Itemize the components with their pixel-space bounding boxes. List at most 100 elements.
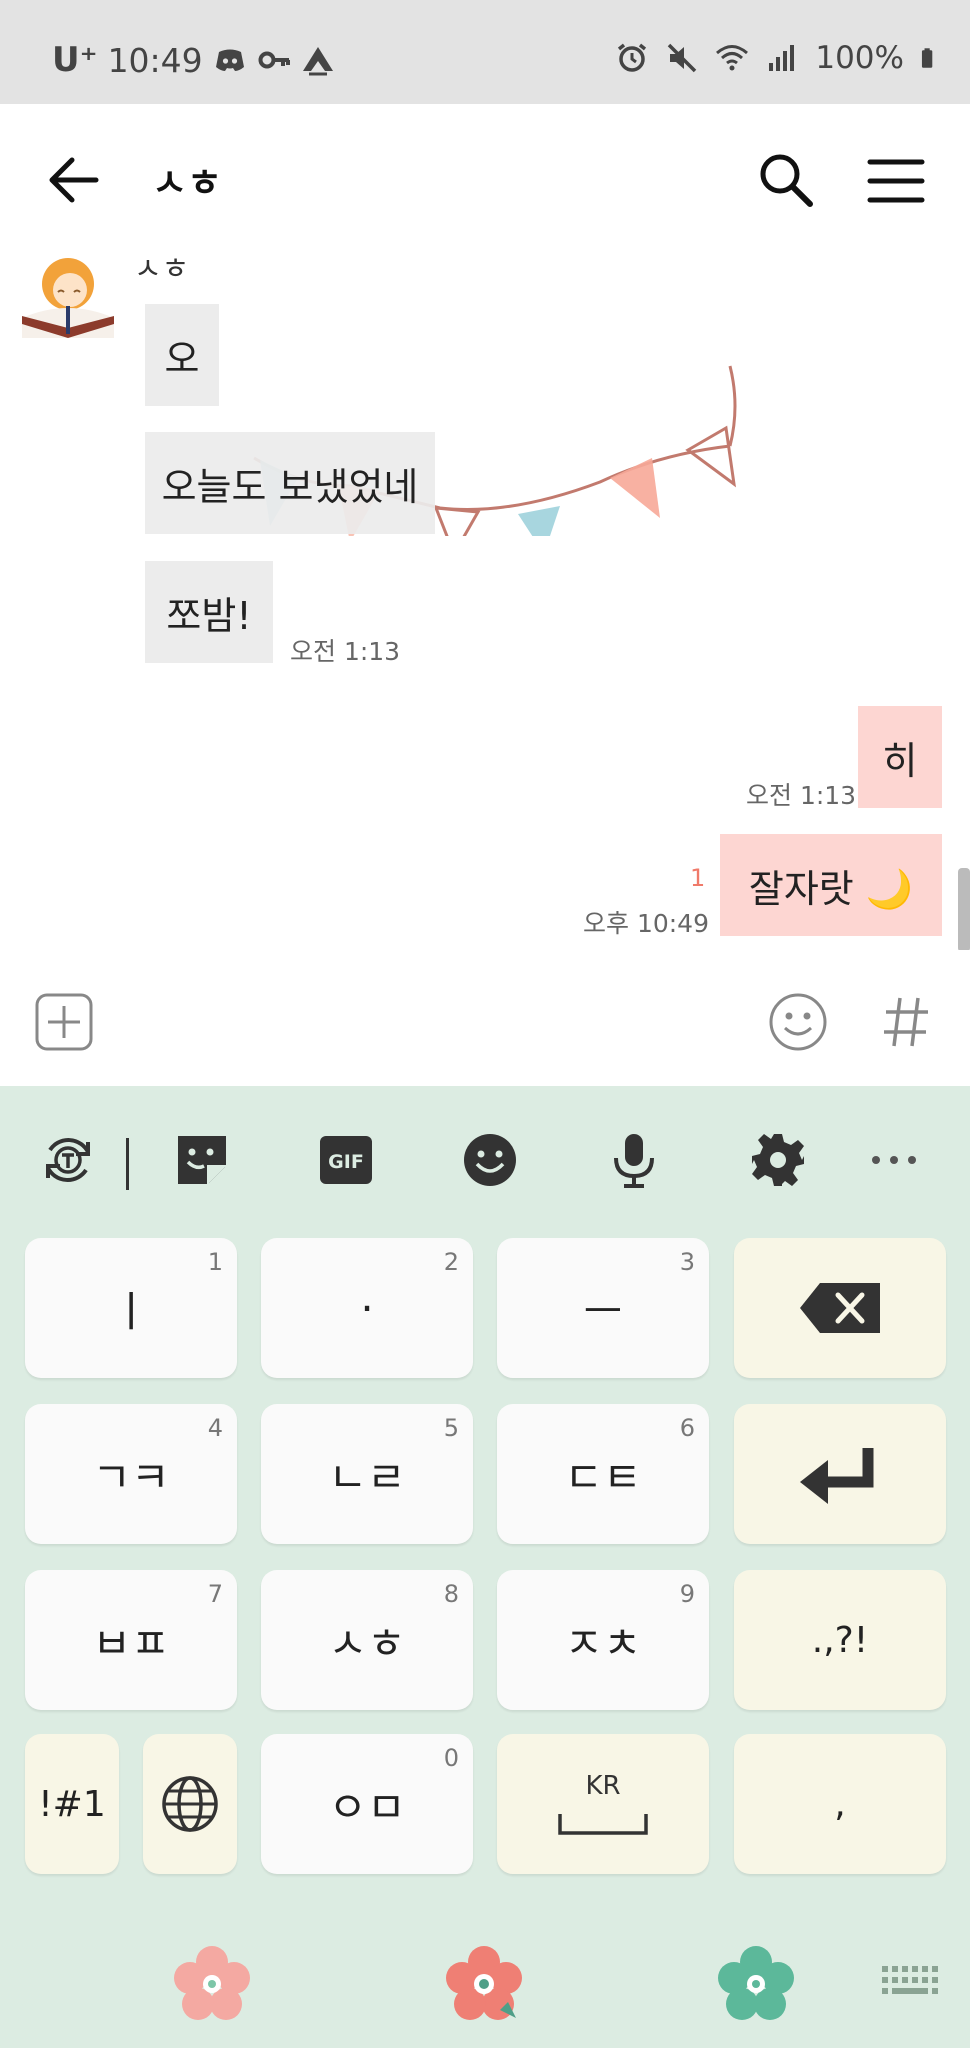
chat-messages[interactable]: ㅅㅎ 오 오늘도 보냈었네 쪼밤! 오전 1:13 히 오전 1:13 잘자랏 … (0, 254, 970, 950)
translate-icon[interactable] (38, 1130, 98, 1190)
message-text: 오늘도 보냈었네 (161, 464, 419, 509)
avatar[interactable] (16, 254, 120, 338)
mute-icon (668, 43, 697, 73)
back-arrow-icon[interactable] (40, 150, 110, 210)
key-dot[interactable]: 2 · (261, 1238, 473, 1378)
key-icon (258, 51, 290, 69)
key-label: ㅡ (583, 1286, 623, 1336)
keyboard-toolbar: GIF (0, 1086, 970, 1236)
comma-key[interactable]: , (734, 1734, 946, 1874)
backspace-icon (800, 1283, 880, 1333)
key-label: , (834, 1783, 846, 1825)
toolbar-separator (126, 1138, 129, 1190)
message-text: 잘자랏 🌙 (748, 866, 914, 911)
incoming-bubble[interactable]: 쪼밤! (145, 561, 273, 663)
key-number: 7 (207, 1580, 223, 1608)
key-number: 5 (443, 1414, 459, 1442)
sticker-icon[interactable] (172, 1130, 232, 1190)
sender-name: ㅅㅎ (134, 254, 190, 287)
signal-icon (769, 45, 795, 71)
space-language-label: KR (585, 1771, 621, 1801)
enter-icon (800, 1448, 874, 1504)
wifi-icon (716, 45, 749, 71)
key-label: · (360, 1283, 374, 1333)
keyboard-hide-icon[interactable] (880, 1964, 940, 2000)
hashtag-icon[interactable] (880, 990, 932, 1054)
punctuation-key[interactable]: .,?! (734, 1570, 946, 1710)
navigation-app-icon (302, 47, 333, 76)
discord-icon (215, 49, 244, 71)
key-number: 0 (443, 1744, 459, 1772)
key-nieun[interactable]: 5 ㄴㄹ (261, 1404, 473, 1544)
keyboard-bottom-bar (0, 1916, 970, 2048)
enter-key[interactable] (734, 1404, 946, 1544)
key-jieut[interactable]: 9 ㅈㅊ (497, 1570, 709, 1710)
key-number: 1 (207, 1248, 223, 1276)
attach-plus-icon[interactable] (34, 992, 94, 1052)
key-label: ㅇㅁ (328, 1782, 406, 1832)
key-label: ㅈㅊ (564, 1618, 642, 1668)
key-label: ㄴㄹ (328, 1452, 406, 1502)
message-time: 오전 1:13 (746, 781, 857, 810)
incoming-bubble[interactable]: 오늘도 보냈었네 (145, 432, 435, 534)
key-label: ㄷㅌ (564, 1452, 642, 1502)
key-digeut[interactable]: 6 ㄷㅌ (497, 1404, 709, 1544)
key-i[interactable]: 1 ㅣ (25, 1238, 237, 1378)
pink-flower-icon[interactable] (172, 1944, 252, 2024)
alarm-icon (618, 43, 647, 72)
space-key[interactable]: KR (497, 1734, 709, 1874)
more-dots-icon[interactable] (864, 1130, 924, 1190)
emoji-icon[interactable] (766, 990, 830, 1054)
settings-gear-icon[interactable] (748, 1130, 808, 1190)
key-siot[interactable]: 8 ㅅㅎ (261, 1570, 473, 1710)
message-text: 히 (882, 738, 918, 783)
key-label: ㄱㅋ (92, 1452, 170, 1502)
outgoing-bubble[interactable]: 히 (858, 706, 942, 808)
symbols-key[interactable]: !#1 (25, 1734, 119, 1874)
unread-count: 1 (690, 864, 706, 892)
globe-icon (162, 1776, 218, 1832)
keyboard: GIF 1 ㅣ 2 · 3 ㅡ 4 ㄱㅋ 5 ㄴㄹ 6 ㄷㅌ 7 ㅂㅍ 8 ㅅㅎ… (0, 1086, 970, 2048)
key-label: .,?! (811, 1619, 869, 1661)
search-icon[interactable] (756, 150, 816, 210)
message-input-bar (0, 950, 970, 1086)
gif-icon[interactable]: GIF (316, 1130, 376, 1190)
key-label: !#1 (38, 1783, 106, 1825)
key-number: 9 (679, 1580, 695, 1608)
green-flower-icon[interactable] (716, 1944, 796, 2024)
microphone-icon[interactable] (604, 1130, 664, 1190)
status-bar: U⁺ 10:49 100% (0, 0, 970, 104)
key-ieung[interactable]: 0 ㅇㅁ (261, 1734, 473, 1874)
key-giyeok[interactable]: 4 ㄱㅋ (25, 1404, 237, 1544)
key-label: ㅣ (111, 1286, 151, 1336)
message-time: 오후 10:49 (583, 909, 709, 938)
language-key[interactable] (143, 1734, 237, 1874)
key-bieup[interactable]: 7 ㅂㅍ (25, 1570, 237, 1710)
outgoing-bubble[interactable]: 잘자랏 🌙 (720, 834, 942, 936)
carrier-label: U⁺ (52, 40, 98, 80)
key-number: 3 (679, 1248, 695, 1276)
chat-title: ㅅㅎ (152, 161, 222, 205)
menu-icon[interactable] (866, 154, 926, 208)
chat-header: ㅅㅎ (0, 104, 970, 254)
message-time: 오전 1:13 (290, 637, 401, 666)
space-bar-icon (558, 1814, 648, 1835)
status-time: 10:49 (107, 40, 203, 80)
key-eu[interactable]: 3 ㅡ (497, 1238, 709, 1378)
battery-icon (921, 48, 933, 68)
backspace-key[interactable] (734, 1238, 946, 1378)
key-number: 6 (679, 1414, 695, 1442)
battery-percent: 100% (815, 40, 904, 76)
key-label: ㅅㅎ (328, 1618, 406, 1668)
scrollbar-thumb[interactable] (958, 868, 970, 950)
red-flower-icon[interactable] (444, 1944, 524, 2024)
message-text: 쪼밤! (166, 593, 252, 638)
incoming-bubble[interactable]: 오 (145, 304, 219, 406)
key-number: 2 (443, 1248, 459, 1276)
key-label: ㅂㅍ (92, 1618, 170, 1668)
key-number: 4 (207, 1414, 223, 1442)
key-number: 8 (443, 1580, 459, 1608)
message-text: 오 (164, 336, 200, 381)
svg-text:GIF: GIF (328, 1151, 364, 1173)
emoji-keyboard-icon[interactable] (460, 1130, 520, 1190)
